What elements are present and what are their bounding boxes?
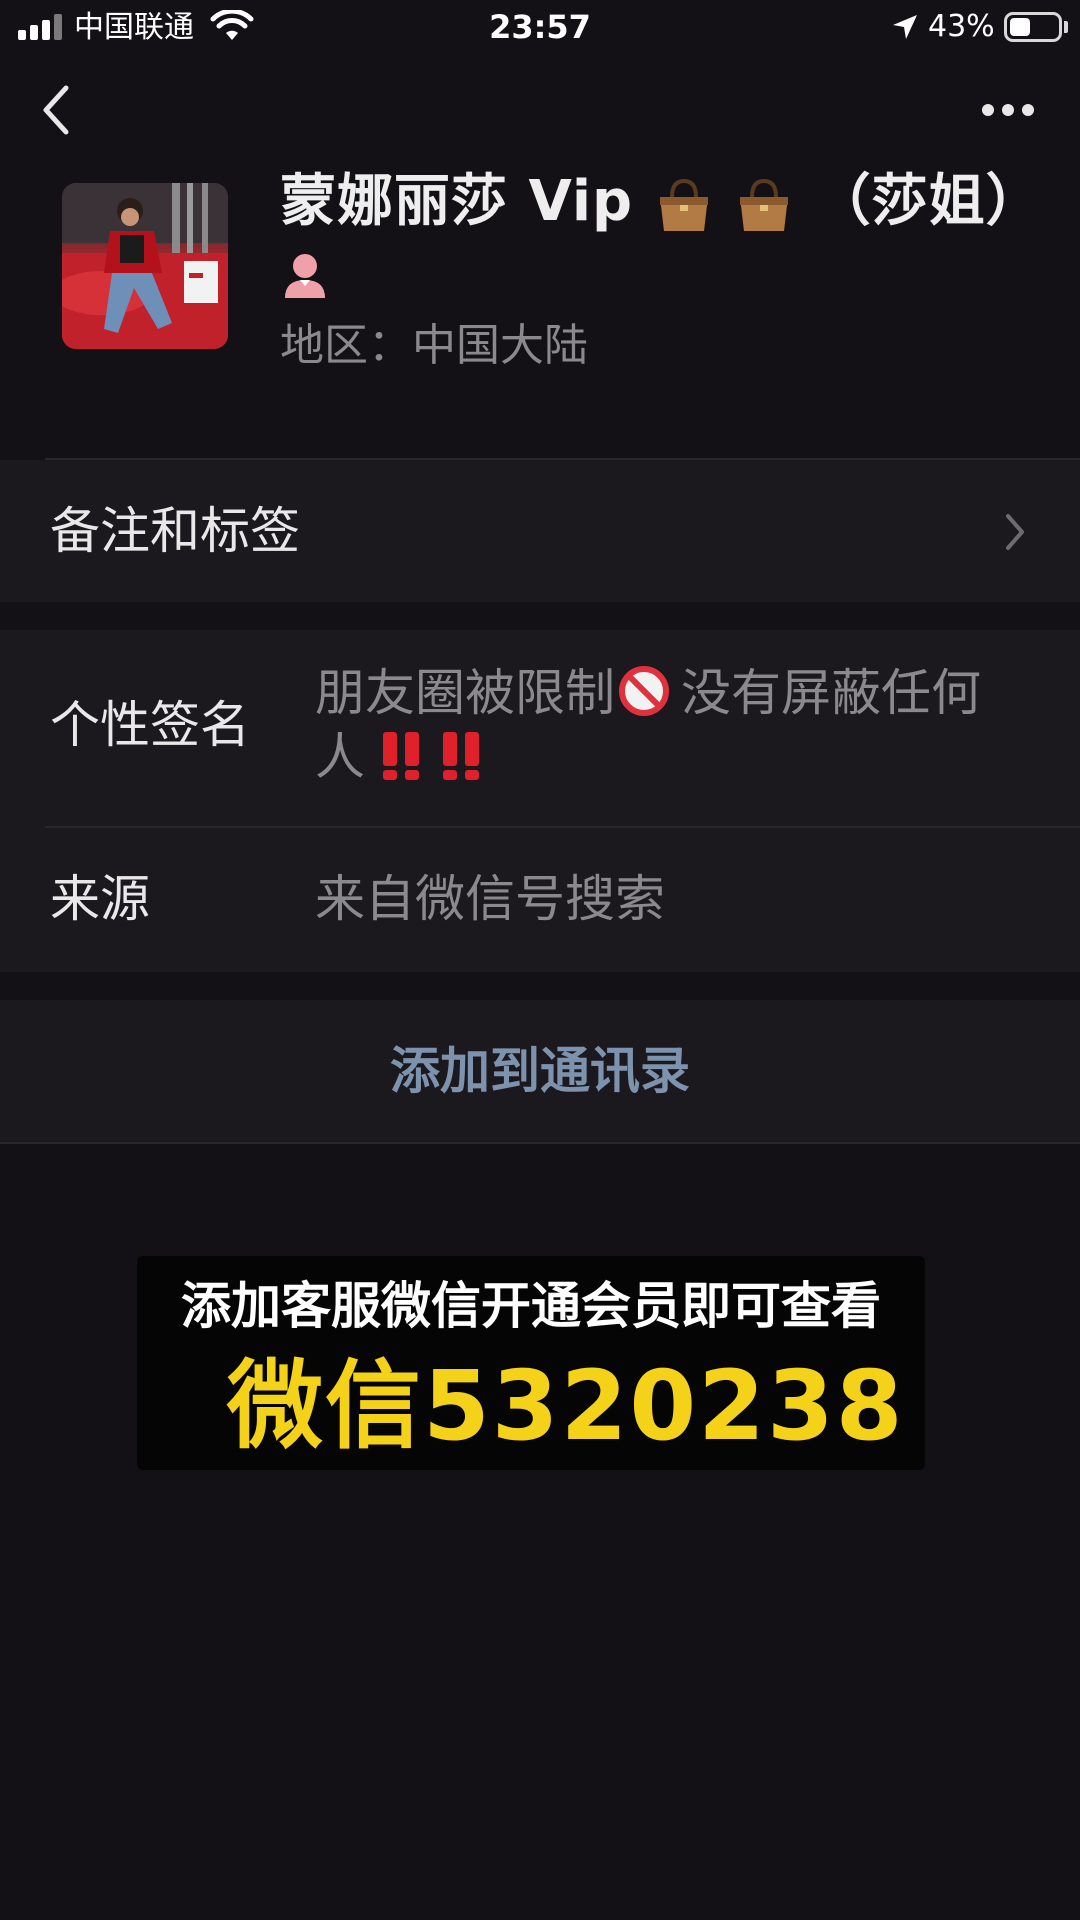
signature-value-line1: 朋友圈被限制 没有屏蔽任何 — [315, 662, 981, 724]
signature-label: 个性签名 — [50, 696, 250, 754]
add-to-contacts-button[interactable]: 添加到通讯录 — [0, 1040, 1080, 1102]
avatar-photo — [62, 183, 228, 349]
prohibited-icon — [619, 666, 669, 716]
signature-value-line2: 人 — [315, 726, 491, 788]
location-arrow-icon — [893, 15, 917, 39]
status-bar: 中国联通 23:57 43% — [0, 0, 1080, 56]
source-label: 来源 — [50, 870, 150, 928]
remarks-row[interactable]: 备注和标签 — [0, 460, 1080, 602]
double-exclamation-icon — [383, 732, 419, 780]
chevron-right-icon — [1006, 514, 1024, 550]
female-icon — [285, 254, 325, 298]
chevron-left-icon[interactable] — [38, 84, 74, 136]
region-label: 地区：中国大陆 — [280, 320, 588, 371]
source-value: 来自微信号搜索 — [315, 870, 665, 928]
profile-name: 蒙娜丽莎 Vip （莎姐） — [280, 168, 1043, 236]
double-exclamation-icon — [443, 732, 479, 780]
promo-text: 添加客服微信开通会员即可查看 — [181, 1277, 881, 1335]
remarks-label: 备注和标签 — [50, 502, 300, 560]
more-dots-icon[interactable] — [980, 98, 1036, 122]
battery-level — [1010, 18, 1030, 36]
divider — [45, 826, 1080, 828]
battery-percent: 43% — [928, 9, 995, 44]
profile-name-suffix: （莎姐） — [814, 169, 1043, 234]
signature-text-3: 人 — [315, 728, 365, 786]
profile-name-text: 蒙娜丽莎 Vip — [280, 169, 634, 234]
signature-text-2: 没有屏蔽任何 — [681, 664, 981, 722]
handbag-icon — [740, 178, 789, 231]
signature-text-1: 朋友圈被限制 — [315, 664, 615, 722]
divider — [0, 1142, 1080, 1144]
handbag-icon — [659, 178, 708, 231]
battery-cap — [1064, 21, 1068, 33]
promo-banner: 添加客服微信开通会员即可查看 微信5320238 — [137, 1256, 925, 1470]
add-contacts-section: 添加到通讯录 — [0, 1000, 1080, 1142]
avatar[interactable] — [62, 183, 228, 349]
promo-wechat-id: 微信5320238 — [227, 1350, 905, 1462]
info-section: 个性签名 朋友圈被限制 没有屏蔽任何 人 来源 来自微信号搜索 — [0, 630, 1080, 972]
battery-icon — [1004, 12, 1062, 42]
